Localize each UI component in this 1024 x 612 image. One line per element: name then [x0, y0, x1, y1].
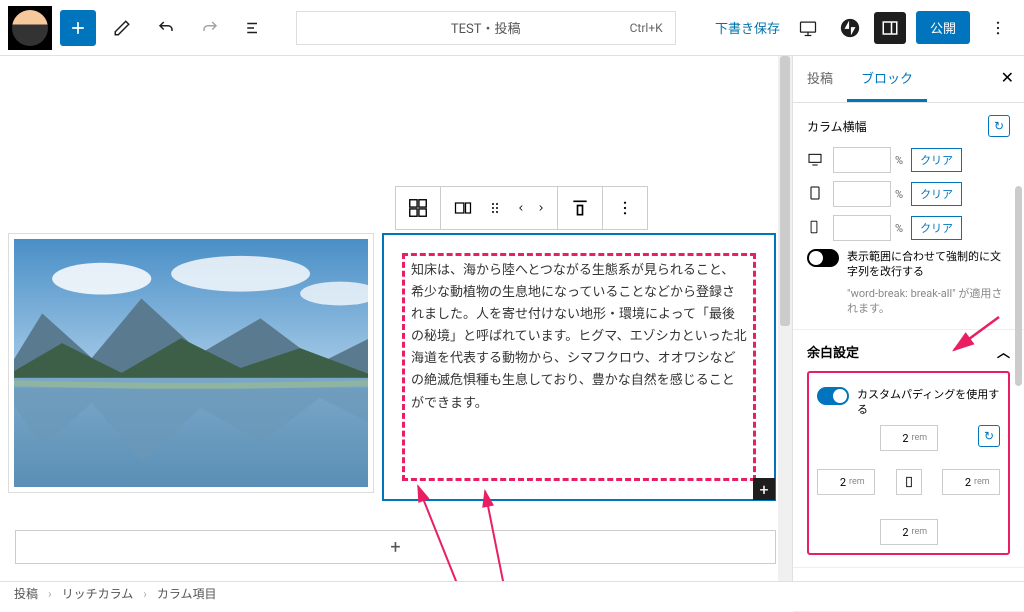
column-text[interactable]: 知床は、海から陸へとつながる生態系が見られること、希少な動植物の生息地になってい… [382, 233, 776, 501]
bc-item-1[interactable]: 投稿 [14, 585, 38, 602]
collapse-icon[interactable]: ︿ [997, 342, 1010, 361]
word-break-label: 表示範囲に合わせて強制的に文字列を改行する [847, 249, 1010, 280]
custom-padding-label: カスタムパディングを使用する [857, 387, 1000, 418]
jetpack-icon[interactable] [836, 14, 864, 42]
title-text: TEST・投稿 [451, 18, 521, 37]
padding-right-input[interactable]: rem [942, 469, 1000, 495]
margin-panel: 余白設定 ︿ カスタムパディングを使用する ↻ rem rem rem rem [793, 330, 1024, 569]
move-left-icon[interactable] [511, 192, 531, 224]
add-block-row[interactable]: + [15, 530, 776, 564]
padding-link-icon[interactable] [896, 469, 922, 495]
tablet-icon [807, 185, 825, 204]
desktop-preview-icon[interactable] [790, 10, 826, 46]
edit-icon[interactable] [104, 10, 140, 46]
width-desktop-input[interactable] [833, 147, 891, 173]
block-type-icon[interactable] [402, 192, 434, 224]
publish-button[interactable]: 公開 [916, 11, 970, 44]
block-more-icon[interactable] [609, 192, 641, 224]
save-draft-link[interactable]: 下書き保存 [715, 18, 780, 37]
custom-padding-toggle[interactable] [817, 387, 849, 405]
tab-block[interactable]: ブロック [847, 56, 927, 102]
padding-annotation-box: 知床は、海から陸へとつながる生態系が見られること、希少な動植物の生息地になってい… [402, 253, 756, 481]
shortcut-hint: Ctrl+K [630, 21, 663, 35]
add-column-button[interactable]: + [753, 478, 775, 500]
breadcrumb: 投稿 › リッチカラム › カラム項目 [0, 581, 1024, 605]
custom-padding-panel: カスタムパディングを使用する ↻ rem rem rem rem [807, 371, 1010, 556]
desktop-icon [807, 151, 825, 170]
redo-icon[interactable] [192, 10, 228, 46]
padding-top-input[interactable]: rem [880, 425, 938, 451]
avatar[interactable] [8, 6, 52, 50]
block-toolbar [395, 186, 648, 230]
settings-sidebar: 投稿 ブロック ✕ カラム横幅 ↻ % クリア % クリア % クリア [792, 56, 1024, 581]
clear-mobile-button[interactable]: クリア [911, 216, 962, 240]
padding-bottom-input[interactable]: rem [880, 519, 938, 545]
list-view-icon[interactable] [236, 10, 272, 46]
width-reset-icon[interactable]: ↻ [988, 115, 1010, 137]
editor-canvas: 知床は、海から陸へとつながる生態系が見られること、希少な動植物の生息地になってい… [0, 56, 792, 581]
layout-icon[interactable] [447, 192, 479, 224]
bc-item-3[interactable]: カラム項目 [157, 585, 217, 602]
tab-post[interactable]: 投稿 [793, 56, 847, 102]
width-mobile-input[interactable] [833, 215, 891, 241]
bc-sep: › [143, 587, 147, 601]
clear-tablet-button[interactable]: クリア [911, 182, 962, 206]
align-icon[interactable] [564, 192, 596, 224]
editor-topbar: TEST・投稿 Ctrl+K 下書き保存 公開 [0, 0, 1024, 56]
settings-toggle-icon[interactable] [874, 12, 906, 44]
add-block-button[interactable] [60, 10, 96, 46]
canvas-scrollbar[interactable] [778, 56, 792, 581]
document-title[interactable]: TEST・投稿 Ctrl+K [296, 11, 676, 45]
drag-handle-icon[interactable] [479, 192, 511, 224]
word-break-toggle[interactable] [807, 249, 839, 267]
columns-block: 知床は、海から陸へとつながる生態系が見られること、希少な動植物の生息地になってい… [8, 233, 776, 501]
margin-section-title: 余白設定 [807, 342, 859, 361]
sidebar-tabs: 投稿 ブロック ✕ [793, 56, 1024, 103]
padding-left-input[interactable]: rem [817, 469, 875, 495]
paragraph-content[interactable]: 知床は、海から陸へとつながる生態系が見られること、希少な動植物の生息地になってい… [411, 260, 747, 415]
width-section-title: カラム横幅 [807, 118, 867, 135]
column-image[interactable] [8, 233, 374, 493]
undo-icon[interactable] [148, 10, 184, 46]
word-break-help: "word-break: break-all" が適用されます。 [847, 286, 1010, 317]
clear-desktop-button[interactable]: クリア [911, 148, 962, 172]
mobile-icon [807, 219, 825, 238]
more-menu-icon[interactable] [980, 10, 1016, 46]
padding-reset-icon[interactable]: ↻ [978, 425, 1000, 447]
close-sidebar-icon[interactable]: ✕ [1001, 68, 1014, 87]
move-right-icon[interactable] [531, 192, 551, 224]
bc-sep: › [48, 587, 52, 601]
bc-item-2[interactable]: リッチカラム [62, 585, 134, 602]
column-width-panel: カラム横幅 ↻ % クリア % クリア % クリア 表示範囲に合わせて強制的に文… [793, 103, 1024, 330]
width-tablet-input[interactable] [833, 181, 891, 207]
